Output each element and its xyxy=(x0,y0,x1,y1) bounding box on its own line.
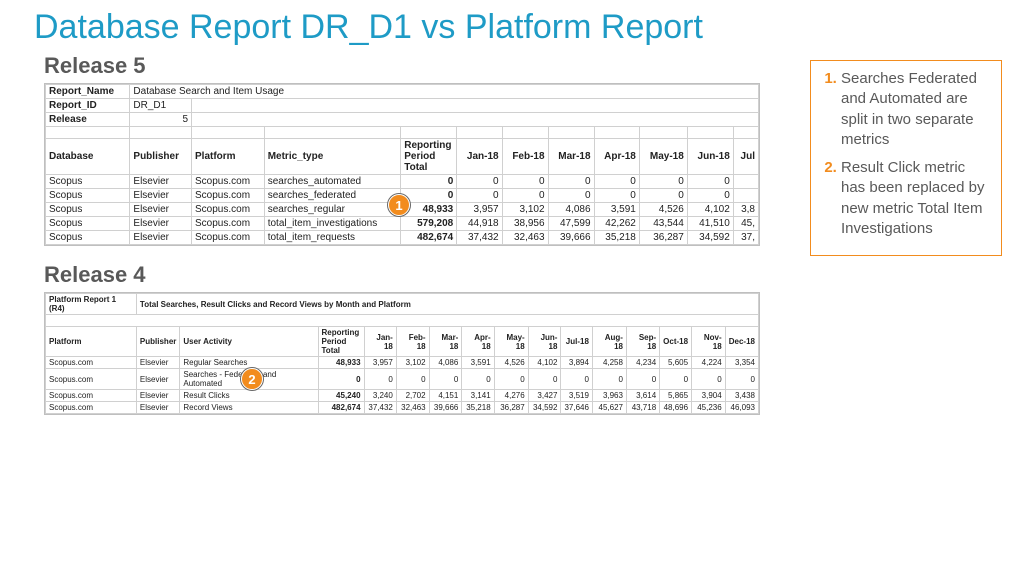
table-row: Scopus.comElsevierSearches - Federated a… xyxy=(46,369,759,390)
callout-1-icon: 1 xyxy=(388,194,410,216)
notes-sidebar: Searches Federated and Automated are spl… xyxy=(810,60,1002,256)
release5-table: Report_Name Database Search and Item Usa… xyxy=(44,83,760,246)
table-row: ScopusElsevierScopus.comtotal_item_inves… xyxy=(46,217,759,231)
table-row: Scopus.comElsevierRecord Views482,67437,… xyxy=(46,402,759,414)
meta-report-name: Report_Name Database Search and Item Usa… xyxy=(46,85,759,99)
meta-release: Release 5 xyxy=(46,113,759,127)
meta-report-id: Report_ID DR_D1 xyxy=(46,99,759,113)
table-row: Scopus.comElsevierResult Clicks45,2403,2… xyxy=(46,390,759,402)
r5-header-row: DatabasePublisher PlatformMetric_type Re… xyxy=(46,139,759,175)
note-1: Searches Federated and Automated are spl… xyxy=(841,69,991,150)
table-row: ScopusElsevierScopus.comtotal_item_reque… xyxy=(46,231,759,245)
r4-header-row: PlatformPublisher User ActivityReporting… xyxy=(46,327,759,357)
note-2: Result Click metric has been replaced by… xyxy=(841,158,991,239)
table-row: ScopusElsevierScopus.comsearches_automat… xyxy=(46,175,759,189)
release5-header: Release 5 xyxy=(0,47,760,83)
callout-2-icon: 2 xyxy=(241,368,263,390)
table-row: Scopus.comElsevierRegular Searches48,933… xyxy=(46,357,759,369)
release4-header: Release 4 xyxy=(0,246,760,292)
page-title: Database Report DR_D1 vs Platform Report xyxy=(0,0,1024,47)
release4-table: Platform Report 1 (R4) Total Searches, R… xyxy=(44,292,760,415)
r4-title-row: Platform Report 1 (R4) Total Searches, R… xyxy=(46,294,759,315)
